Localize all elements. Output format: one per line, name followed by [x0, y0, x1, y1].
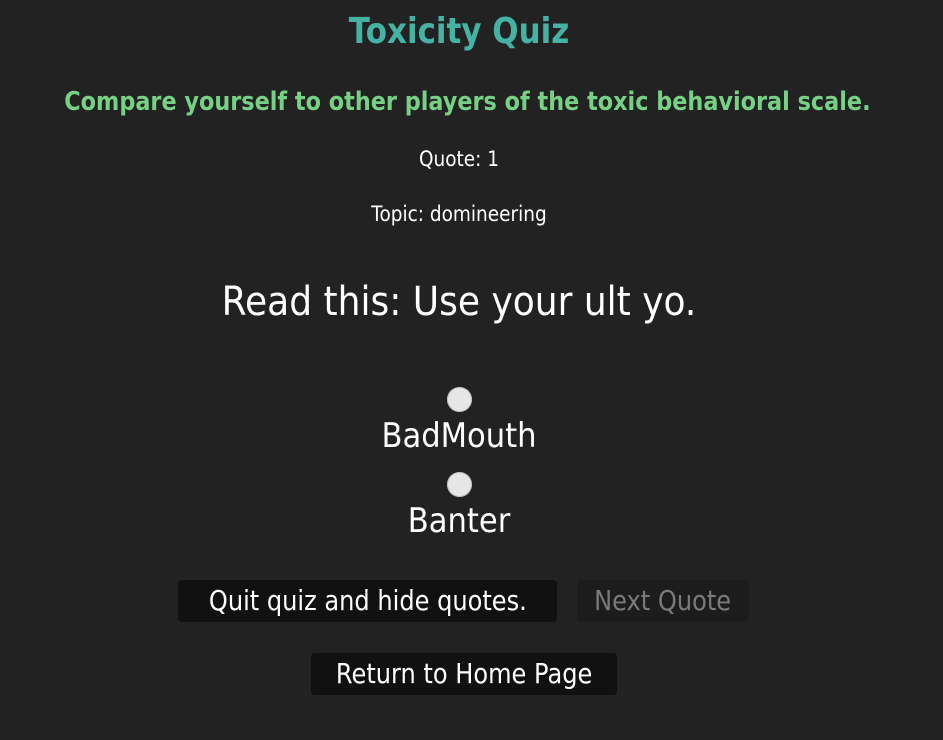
page-title: Toxicity Quiz: [348, 11, 570, 52]
option-label-badmouth[interactable]: BadMouth: [46, 415, 872, 457]
return-home-button[interactable]: Return to Home Page: [311, 653, 617, 695]
next-quote-button[interactable]: Next Quote: [577, 580, 749, 622]
radio-banter[interactable]: [447, 472, 472, 497]
radio-badmouth[interactable]: [447, 387, 472, 412]
next-quote-button-label: Next Quote: [594, 584, 732, 617]
quote-number: Quote: 1: [418, 147, 500, 171]
quiz-page: Toxicity Quiz Compare yourself to other …: [0, 0, 943, 740]
quote-topic: Topic: domineering: [371, 202, 547, 226]
page-subtitle: Compare yourself to other players of the…: [64, 87, 871, 117]
quote-prompt: Read this: Use your ult yo.: [221, 279, 697, 325]
quit-quiz-button-label: Quit quiz and hide quotes.: [208, 584, 527, 617]
quit-quiz-button[interactable]: Quit quiz and hide quotes.: [178, 580, 557, 622]
return-home-button-label: Return to Home Page: [335, 657, 593, 690]
option-label-banter[interactable]: Banter: [46, 500, 872, 542]
